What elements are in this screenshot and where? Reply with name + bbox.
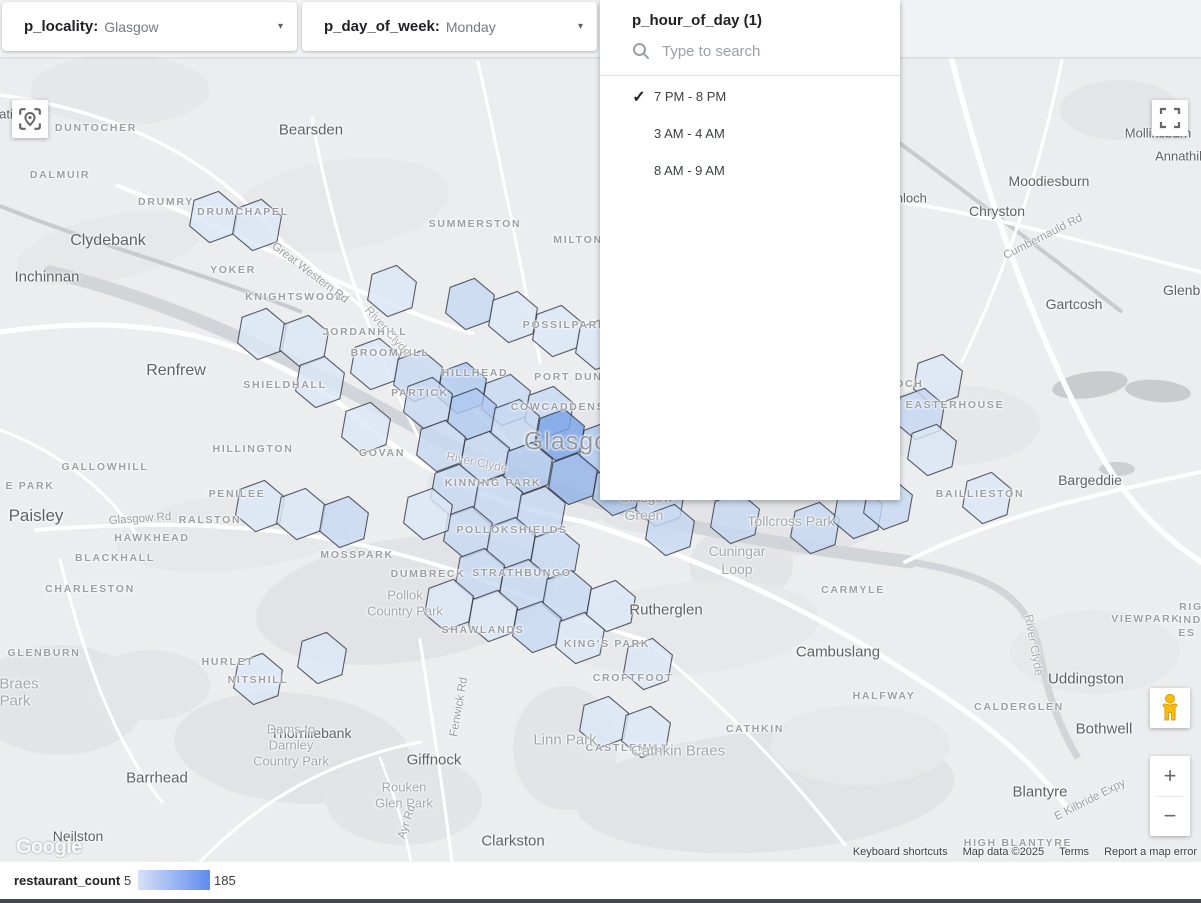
recenter-pin-icon [18, 107, 42, 131]
zoom-out-button[interactable]: − [1150, 797, 1190, 836]
search-icon [632, 42, 650, 60]
app-window: GlasgowClydebankBearsdenInchinnanRenfrew… [0, 0, 1201, 903]
hour-of-day-dropdown-panel: p_hour_of_day (1) ✓7 PM - 8 PM 3 AM - 4 A… [600, 0, 900, 500]
keyboard-shortcuts-link[interactable]: Keyboard shortcuts [853, 846, 948, 858]
legend-field-label: restaurant_count [14, 873, 120, 888]
check-icon: ✓ [626, 87, 652, 107]
recenter-button[interactable] [12, 100, 48, 138]
filter-value: Glasgow [104, 19, 158, 35]
chevron-down-icon: ▾ [266, 21, 283, 32]
dropdown-option[interactable]: 3 AM - 4 AM [600, 115, 900, 152]
legend-bar: restaurant_count 5 185 [0, 862, 1201, 899]
search-input[interactable] [660, 42, 900, 61]
filter-value: Monday [446, 19, 496, 35]
fullscreen-button[interactable] [1152, 100, 1188, 136]
zoom-control: + − [1150, 756, 1190, 836]
filter-chip-locality[interactable]: p_locality: Glasgow ▾ [2, 2, 297, 51]
filter-label: p_locality: [24, 18, 98, 35]
fullscreen-icon [1159, 107, 1181, 129]
google-logo[interactable]: Google [16, 836, 82, 859]
dropdown-option-label: 3 AM - 4 AM [654, 126, 725, 141]
dropdown-option-label: 7 PM - 8 PM [654, 89, 726, 104]
dropdown-search-row [600, 33, 900, 69]
filter-chip-day-of-week[interactable]: p_day_of_week: Monday ▾ [302, 2, 597, 51]
legend-max-value: 185 [214, 873, 236, 888]
map-data-text: Map data ©2025 [963, 846, 1045, 858]
legend-gradient [138, 870, 210, 890]
map-attribution: Keyboard shortcuts Map data ©2025 Terms … [853, 846, 1197, 858]
dropdown-option[interactable]: ✓7 PM - 8 PM [600, 78, 900, 115]
legend-min-value: 5 [124, 873, 131, 888]
pegman-icon [1157, 693, 1183, 723]
zoom-in-button[interactable]: + [1150, 757, 1190, 796]
window-bottom-strip [0, 899, 1201, 903]
terms-link[interactable]: Terms [1059, 846, 1089, 858]
chevron-down-icon: ▾ [566, 21, 583, 32]
dropdown-option-label: 8 AM - 9 AM [654, 163, 725, 178]
dropdown-option-list: ✓7 PM - 8 PM 3 AM - 4 AM 8 AM - 9 AM [600, 76, 900, 189]
dropdown-option[interactable]: 8 AM - 9 AM [600, 152, 900, 189]
filter-label: p_day_of_week: [324, 18, 440, 35]
dropdown-title: p_hour_of_day (1) [600, 0, 900, 33]
report-error-link[interactable]: Report a map error [1104, 846, 1197, 858]
pegman-button[interactable] [1150, 688, 1190, 728]
